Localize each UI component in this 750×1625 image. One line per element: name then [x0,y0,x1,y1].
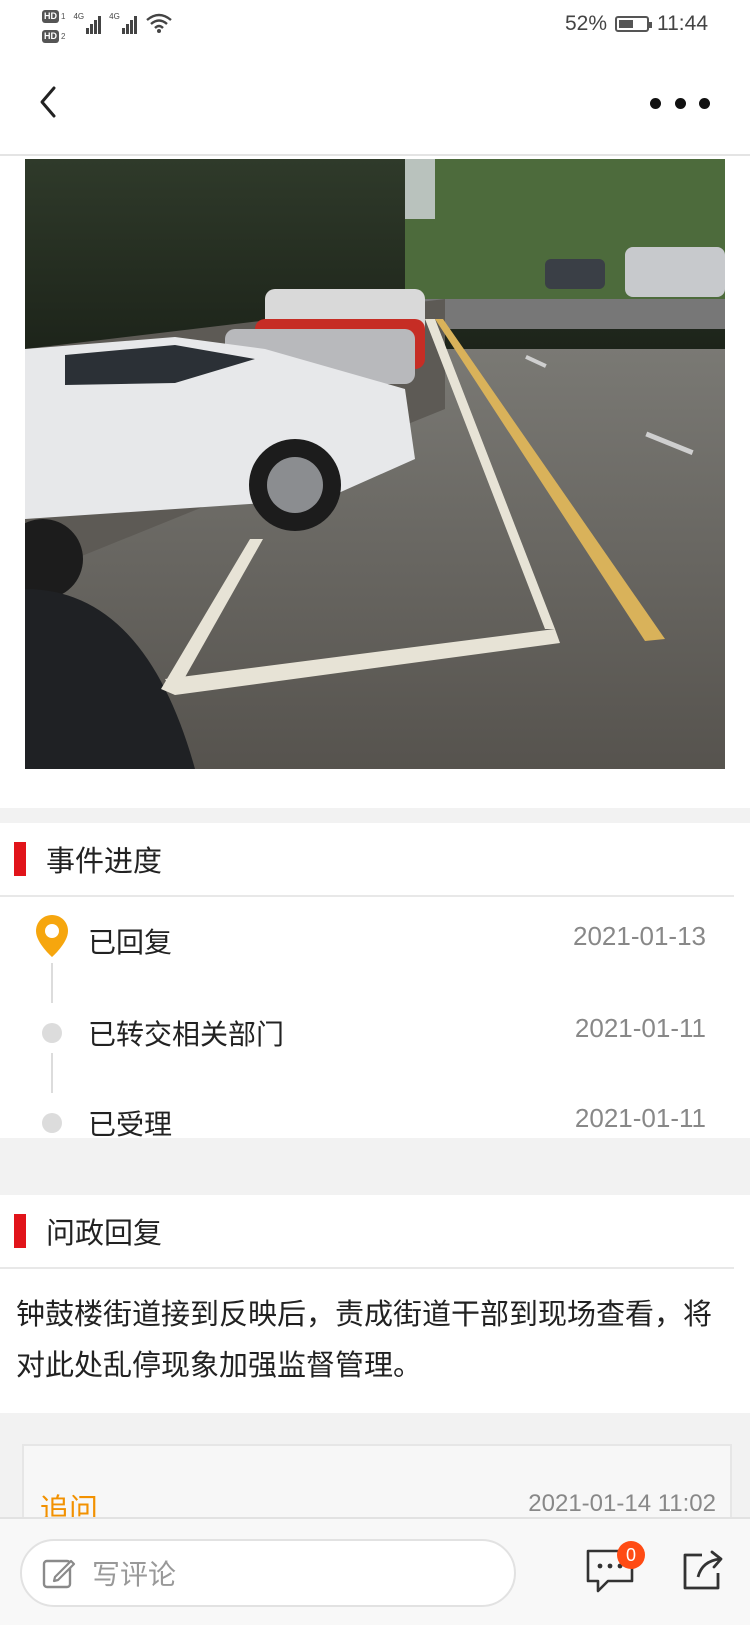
timeline-label: 已受理 [88,1108,173,1141]
status-right: 52% 11:44 [565,12,708,36]
bottom-bar: 写评论 0 [0,1517,750,1625]
reply-title: 问政回复 [46,1216,163,1250]
progress-section: 事件进度 已回复 2021-01-13 已转交相关部门 2021-01-11 已… [0,823,750,1141]
clock: 11:44 [657,12,708,35]
status-bar: HD 1 HD 2 4G 4G 52% 11:44 [0,0,750,52]
progress-title: 事件进度 [46,844,163,878]
hd-indicators: HD 1 HD 2 [42,6,65,44]
edit-icon [42,1559,76,1589]
network-type-1: 4G [73,12,85,21]
location-pin-icon [36,915,68,957]
network-type-2: 4G [109,12,120,21]
hd-badge-1: HD [42,10,59,23]
hd-sub-1: 1 [61,12,66,21]
more-dot [674,97,686,109]
timeline-item: 已受理 2021-01-11 [0,1083,750,1153]
share-icon[interactable] [680,1547,726,1593]
battery-percent: 52% [564,12,607,35]
wifi-icon [146,13,172,33]
more-dot [650,97,661,109]
reply-header: 问政回复 [0,1195,734,1269]
status-left: HD 1 HD 2 4G 4G [42,6,173,44]
timeline-label: 已转交相关部门 [88,1018,285,1051]
battery-icon [615,16,652,32]
timeline-item: 已回复 2021-01-13 [0,901,750,971]
timeline-date: 2021-01-11 [574,1103,706,1133]
followup-date: 2021-01-14 11:02 [528,1490,716,1517]
section-accent-bar [14,1214,26,1248]
more-dot [699,97,710,109]
progress-header: 事件进度 [0,823,734,897]
timeline-item: 已转交相关部门 2021-01-11 [0,993,750,1063]
message-count-badge: 0 [617,1541,645,1569]
back-button[interactable] [28,82,68,122]
comment-placeholder: 写评论 [92,1558,177,1591]
hd-badge-2: HD [42,30,59,43]
dot-icon [42,1113,62,1133]
progress-timeline: 已回复 2021-01-13 已转交相关部门 2021-01-11 已受理 20… [0,897,750,1167]
reply-text: 钟鼓楼街道接到反映后，责成街道干部到现场查看，将对此处乱停现象加强监督管理。 [16,1297,713,1382]
chevron-left-icon [40,86,56,118]
photo-card [0,156,750,808]
nav-bar [0,52,750,156]
more-button[interactable] [650,88,710,118]
timeline-label: 已回复 [88,926,173,959]
signal-icon-1: 4G [73,12,102,34]
comment-input[interactable]: 写评论 [20,1539,516,1607]
timeline-date: 2021-01-13 [573,921,706,951]
battery-level [619,20,633,28]
event-photo[interactable] [25,159,725,769]
signal-icon-2: 4G [109,12,137,34]
dot-icon [42,1023,62,1043]
hd-sub-2: 2 [61,32,66,41]
reply-section: 问政回复 钟鼓楼街道接到反映后，责成街道干部到现场查看，将对此处乱停现象加强监督… [0,1195,750,1413]
section-accent-bar [14,842,26,876]
timeline-date: 2021-01-11 [574,1013,706,1043]
